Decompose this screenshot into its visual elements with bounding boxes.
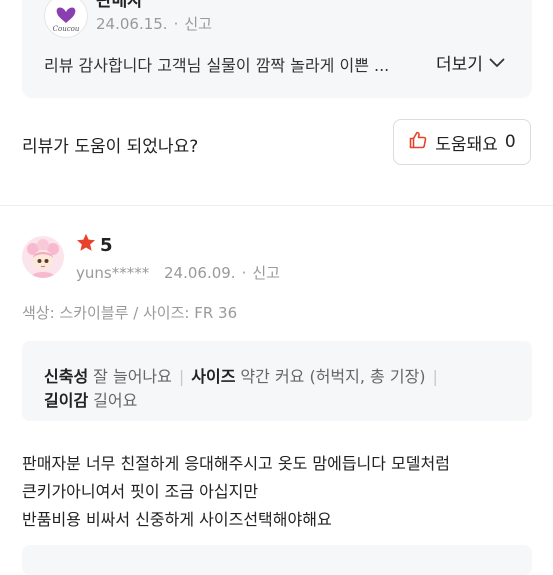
helpful-count: 0 xyxy=(504,132,516,152)
seller-reply-text: 리뷰 감사합니다 고객님 실물이 깜짝 놀라게 이쁜 ... xyxy=(44,56,390,75)
attribute-value: 약간 커요 (허벅지, 총 기장) xyxy=(240,367,426,386)
chevron-down-icon xyxy=(489,53,505,73)
more-button[interactable]: 더보기 xyxy=(436,50,505,75)
attribute-row-1: 신축성 잘 늘어나요 | 사이즈 약간 커요 (허벅지, 총 기장) | xyxy=(44,363,445,387)
next-reply-box xyxy=(22,545,532,575)
attribute-key: 신축성 xyxy=(44,367,89,386)
reviewer-meta: yuns***** 24.06.09. · 신고 xyxy=(76,262,280,283)
star-icon xyxy=(76,233,96,257)
seller-reply-date: 24.06.15. xyxy=(96,15,168,33)
seller-report-link[interactable]: 신고 xyxy=(184,15,212,33)
more-button-label: 더보기 xyxy=(436,55,483,75)
purchased-option: 색상: 스카이블루 / 사이즈: FR 36 xyxy=(22,304,238,322)
attribute-separator: | xyxy=(432,367,438,386)
rating-value: 5 xyxy=(100,234,113,256)
helpful-button-label: 도움돼요 xyxy=(435,134,498,155)
meta-dot: · xyxy=(241,264,247,282)
seller-meta: 24.06.15. · 신고 xyxy=(96,13,212,34)
attribute-value: 잘 늘어나요 xyxy=(93,367,172,386)
review-body-line: 반품비용 비싸서 신중하게 사이즈선택해야해요 xyxy=(22,510,332,529)
attribute-value: 길어요 xyxy=(93,391,138,410)
thumbs-up-icon xyxy=(408,130,428,155)
review-report-link[interactable]: 신고 xyxy=(252,264,280,282)
seller-logo-text: Coucou xyxy=(53,25,80,33)
seller-name: 판매자 xyxy=(96,0,143,11)
section-divider xyxy=(0,205,553,206)
reviewer-username: yuns***** xyxy=(76,264,150,282)
attribute-separator: | xyxy=(178,367,185,386)
review-rating: 5 xyxy=(76,233,113,257)
meta-dot: · xyxy=(173,15,179,33)
attribute-row-2: 길이감 길어요 xyxy=(44,387,137,411)
review-body-line: 판매자분 너무 친절하게 응대해주시고 옷도 맘에듭니다 모델처럼 xyxy=(22,454,450,473)
review-body-line: 큰키가아니여서 핏이 조금 아십지만 xyxy=(22,482,259,501)
review-date: 24.06.09. xyxy=(164,264,236,282)
helpful-button[interactable]: 도움돼요 0 xyxy=(393,119,531,165)
helpful-question: 리뷰가 도움이 되었나요? xyxy=(22,137,199,157)
attribute-key: 길이감 xyxy=(44,391,89,410)
review-body: 판매자분 너무 친절하게 응대해주시고 옷도 맘에듭니다 모델처럼 큰키가아니여… xyxy=(22,450,542,534)
reviewer-avatar xyxy=(22,236,64,278)
attribute-key: 사이즈 xyxy=(191,367,236,386)
